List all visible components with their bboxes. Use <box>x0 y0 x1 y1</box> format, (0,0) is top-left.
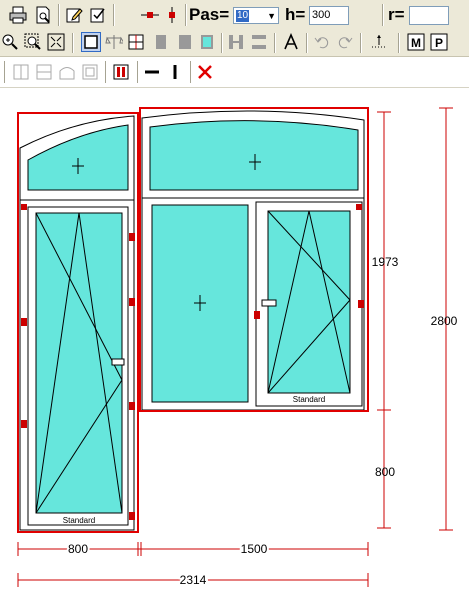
hinge-marker <box>356 204 362 210</box>
node-horizontal-icon[interactable] <box>140 5 160 25</box>
zoom-area-icon[interactable] <box>23 32 43 52</box>
sash-label-right: Standard <box>293 395 325 404</box>
lock-marker <box>254 311 260 319</box>
dim-vertical-lower: 800 <box>375 465 395 479</box>
balance-icon[interactable] <box>104 32 124 52</box>
text-icon[interactable] <box>281 32 301 52</box>
dim-vertical-total: 2800 <box>431 314 458 328</box>
drawing-canvas[interactable]: Standard Standard 1973 800 2800 800 1500… <box>0 88 469 602</box>
fill-center-icon[interactable] <box>175 32 195 52</box>
hinge-marker <box>21 318 27 326</box>
arc-icon[interactable] <box>57 62 77 82</box>
print-icon[interactable] <box>8 5 28 25</box>
edit-icon[interactable] <box>64 5 84 25</box>
r-input[interactable] <box>409 6 449 25</box>
hsplit-icon[interactable] <box>34 62 54 82</box>
svg-text:M: M <box>411 36 421 50</box>
toolbar-main: Pas= 10 ▼ h= 300 r= <box>0 0 469 31</box>
lock-marker <box>129 402 135 410</box>
grid-icon[interactable] <box>126 32 146 52</box>
edit-check-icon[interactable] <box>88 5 108 25</box>
toolbar-drawing: M P <box>0 30 469 57</box>
h-split-icon[interactable] <box>226 32 246 52</box>
dimension-icon[interactable] <box>369 32 389 52</box>
toolbar-elements <box>0 57 469 88</box>
pas-label: Pas= <box>189 5 230 24</box>
dim-horizontal-total: 2314 <box>180 573 207 587</box>
undo-icon[interactable] <box>312 32 332 52</box>
lock-marker <box>129 298 135 306</box>
dim-horizontal-left: 800 <box>68 542 88 556</box>
dim-vertical-upper: 1973 <box>372 255 399 269</box>
fill-left-icon[interactable] <box>152 32 172 52</box>
p-icon[interactable]: P <box>429 32 449 52</box>
delete-icon[interactable] <box>195 62 215 82</box>
m-icon[interactable]: M <box>406 32 426 52</box>
vertical-bar-icon[interactable] <box>165 62 185 82</box>
dim-horizontal-right: 1500 <box>241 542 268 556</box>
left-window[interactable]: Standard <box>17 112 139 533</box>
fill-right-icon[interactable] <box>197 32 217 52</box>
lock-marker <box>129 512 135 520</box>
h-label: h= <box>285 5 306 24</box>
pas-value: 10 <box>236 9 250 22</box>
hinge-marker <box>21 420 27 428</box>
h-input[interactable]: 300 <box>309 6 349 25</box>
hinge-marker <box>358 300 364 308</box>
double-frame-icon[interactable] <box>111 62 131 82</box>
rectangle-icon[interactable] <box>81 32 101 52</box>
zoom-fit-icon[interactable] <box>46 32 66 52</box>
inner-frame-icon[interactable] <box>80 62 100 82</box>
right-window[interactable]: Standard <box>139 107 369 412</box>
chevron-down-icon[interactable]: ▼ <box>267 8 276 25</box>
pas-select[interactable]: 10 ▼ <box>233 7 279 24</box>
svg-text:P: P <box>435 36 443 50</box>
horizontal-bar-icon[interactable] <box>142 62 162 82</box>
hinge-marker <box>21 204 27 210</box>
print-preview-icon[interactable] <box>33 5 53 25</box>
vsplit-icon[interactable] <box>11 62 31 82</box>
r-label: r= <box>388 5 405 24</box>
zoom-in-icon[interactable] <box>0 32 20 52</box>
v-split-icon[interactable] <box>249 32 269 52</box>
node-vertical-icon[interactable] <box>162 5 182 25</box>
lock-marker <box>129 233 135 241</box>
sash-label-left: Standard <box>63 516 95 525</box>
redo-icon[interactable] <box>335 32 355 52</box>
